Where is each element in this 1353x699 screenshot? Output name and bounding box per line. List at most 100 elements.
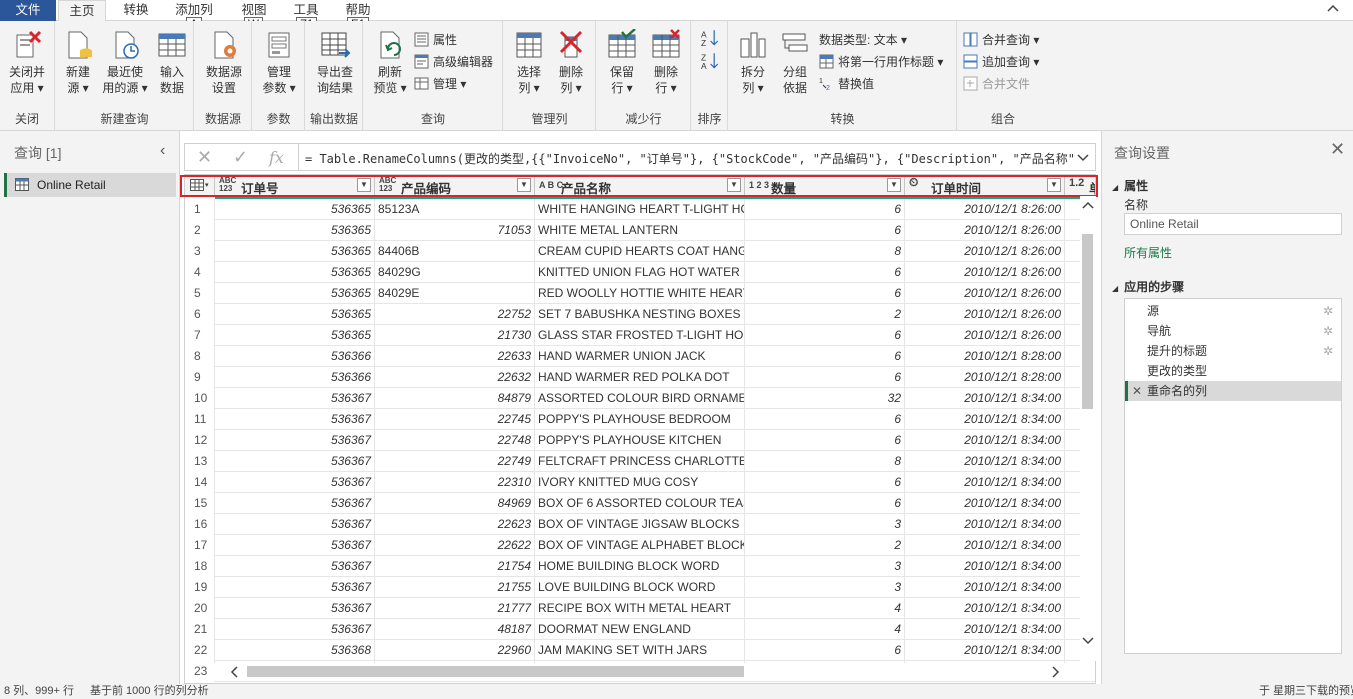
fx-icon[interactable]: fx <box>269 148 284 167</box>
cell-quantity[interactable]: 6 <box>745 472 905 493</box>
column-header-unit-price[interactable]: 1.2 单 <box>1065 175 1095 197</box>
cell-order-time[interactable]: 2010/12/1 8:26:00 <box>905 325 1065 346</box>
cell-product-name[interactable]: HOME BUILDING BLOCK WORD <box>535 556 745 577</box>
query-name-input[interactable]: Online Retail <box>1124 213 1342 235</box>
cell-order-time[interactable]: 2010/12/1 8:26:00 <box>905 220 1065 241</box>
replace-values-button[interactable]: 1 2 替换值 <box>819 74 874 94</box>
cell-order-no[interactable]: 536367 <box>215 388 375 409</box>
collapse-ribbon-icon[interactable] <box>1327 3 1339 15</box>
scroll-left-icon[interactable] <box>230 666 238 678</box>
cell-product-code[interactable]: 22745 <box>375 409 535 430</box>
cell-quantity[interactable]: 6 <box>745 262 905 283</box>
cell-order-no[interactable]: 536367 <box>215 451 375 472</box>
table-menu-button[interactable]: ▾ <box>185 175 215 196</box>
cell-product-code[interactable]: 21754 <box>375 556 535 577</box>
cell-quantity[interactable]: 2 <box>745 304 905 325</box>
vertical-scroll-thumb[interactable] <box>1082 234 1093 409</box>
cell-order-no[interactable]: 536365 <box>215 304 375 325</box>
cell-product-code[interactable]: 22310 <box>375 472 535 493</box>
cell-quantity[interactable]: 3 <box>745 514 905 535</box>
cell-quantity[interactable]: 6 <box>745 430 905 451</box>
cell-order-time[interactable]: 2010/12/1 8:34:00 <box>905 451 1065 472</box>
cell-quantity[interactable]: 6 <box>745 409 905 430</box>
cell-order-time[interactable]: 2010/12/1 8:26:00 <box>905 241 1065 262</box>
cell-product-code[interactable]: 22622 <box>375 535 535 556</box>
remove-columns-button[interactable]: 删除 列 ▾ <box>550 29 592 96</box>
column-header-product-name[interactable]: A B C 产品名称 ▼ <box>535 175 745 196</box>
cell-quantity[interactable]: 6 <box>745 220 905 241</box>
combine-files-button[interactable]: 合并文件 <box>963 74 1030 94</box>
filter-dropdown-icon[interactable]: ▼ <box>727 178 741 192</box>
cell-product-name[interactable]: HAND WARMER UNION JACK <box>535 346 745 367</box>
cell-product-name[interactable]: BOX OF VINTAGE ALPHABET BLOCKS <box>535 535 745 556</box>
applied-steps-section[interactable]: ◢ 应用的步骤 <box>1112 278 1184 295</box>
cell-order-no[interactable]: 536366 <box>215 367 375 388</box>
cell-order-time[interactable]: 2010/12/1 8:34:00 <box>905 409 1065 430</box>
formula-input[interactable]: = Table.RenameColumns(更改的类型,{{"InvoiceNo… <box>305 150 1075 167</box>
manage-query-button[interactable]: 管理 ▾ <box>414 74 466 94</box>
cell-order-no[interactable]: 536368 <box>215 640 375 661</box>
cell-order-no[interactable]: 536365 <box>215 283 375 304</box>
cell-quantity[interactable]: 6 <box>745 199 905 220</box>
cell-quantity[interactable]: 6 <box>745 283 905 304</box>
cell-order-no[interactable]: 536367 <box>215 430 375 451</box>
cell-product-code[interactable]: 84969 <box>375 493 535 514</box>
confirm-formula-icon[interactable]: ✓ <box>233 147 248 168</box>
cell-order-no[interactable]: 536367 <box>215 619 375 640</box>
cell-product-name[interactable]: LOVE BUILDING BLOCK WORD <box>535 577 745 598</box>
cell-order-no[interactable]: 536365 <box>215 220 375 241</box>
cell-product-name[interactable]: KNITTED UNION FLAG HOT WATER BOT... <box>535 262 745 283</box>
manage-parameters-button[interactable]: 管理 参数 ▾ <box>256 29 302 96</box>
cell-order-no[interactable]: 536367 <box>215 472 375 493</box>
filter-dropdown-icon[interactable]: ▼ <box>517 178 531 192</box>
cell-product-name[interactable]: RECIPE BOX WITH METAL HEART <box>535 598 745 619</box>
append-queries-button[interactable]: 追加查询 ▾ <box>963 52 1039 72</box>
cell-quantity[interactable]: 4 <box>745 619 905 640</box>
cell-order-no[interactable]: 536365 <box>215 325 375 346</box>
cell-product-name[interactable]: WHITE METAL LANTERN <box>535 220 745 241</box>
scroll-up-icon[interactable] <box>1082 201 1094 209</box>
filter-dropdown-icon[interactable]: ▼ <box>357 178 371 192</box>
cell-product-name[interactable]: DOORMAT NEW ENGLAND <box>535 619 745 640</box>
new-source-button[interactable]: 新建 源 ▾ <box>58 29 98 96</box>
cell-product-code[interactable]: 22633 <box>375 346 535 367</box>
cell-order-time[interactable]: 2010/12/1 8:34:00 <box>905 388 1065 409</box>
cell-order-time[interactable]: 2010/12/1 8:28:00 <box>905 367 1065 388</box>
cell-product-code[interactable]: 84029E <box>375 283 535 304</box>
cell-product-code[interactable]: 22632 <box>375 367 535 388</box>
horizontal-scroll-thumb[interactable] <box>247 666 744 677</box>
cell-product-name[interactable]: CREAM CUPID HEARTS COAT HANGER <box>535 241 745 262</box>
properties-button[interactable]: 属性 <box>414 30 457 50</box>
recent-sources-button[interactable]: 最近使 用的源 ▾ <box>100 29 150 96</box>
cell-product-name[interactable]: BOX OF 6 ASSORTED COLOUR TEASPOO... <box>535 493 745 514</box>
cell-product-name[interactable]: ASSORTED COLOUR BIRD ORNAMENT <box>535 388 745 409</box>
close-apply-button[interactable]: 关闭并 应用 ▾ <box>4 29 50 96</box>
cell-product-name[interactable]: POPPY'S PLAYHOUSE KITCHEN <box>535 430 745 451</box>
step-promoted-headers[interactable]: 提升的标题 ✲ <box>1125 341 1341 361</box>
vertical-scrollbar[interactable] <box>1080 196 1096 661</box>
cell-order-time[interactable]: 2010/12/1 8:26:00 <box>905 262 1065 283</box>
cell-order-no[interactable]: 536367 <box>215 556 375 577</box>
sort-descending-button[interactable]: ZA <box>701 52 723 74</box>
cell-order-time[interactable]: 2010/12/1 8:34:00 <box>905 598 1065 619</box>
cell-product-code[interactable]: 22752 <box>375 304 535 325</box>
cell-product-code[interactable]: 22960 <box>375 640 535 661</box>
cell-order-time[interactable]: 2010/12/1 8:28:00 <box>905 346 1065 367</box>
cell-quantity[interactable]: 6 <box>745 367 905 388</box>
merge-queries-button[interactable]: 合并查询 ▾ <box>963 30 1039 50</box>
cell-order-no[interactable]: 536365 <box>215 241 375 262</box>
tab-home[interactable]: 主页 <box>58 0 106 22</box>
cancel-formula-icon[interactable]: ✕ <box>197 147 212 168</box>
use-first-row-headers-button[interactable]: 将第一行用作标题 ▾ <box>819 52 943 72</box>
cell-order-time[interactable]: 2010/12/1 8:34:00 <box>905 535 1065 556</box>
cell-product-code[interactable]: 21777 <box>375 598 535 619</box>
column-header-quantity[interactable]: 1 2 3 数量 ▼ <box>745 175 905 196</box>
cell-quantity[interactable]: 6 <box>745 493 905 514</box>
cell-quantity[interactable]: 6 <box>745 325 905 346</box>
cell-product-code[interactable]: 71053 <box>375 220 535 241</box>
cell-quantity[interactable]: 6 <box>745 640 905 661</box>
step-changed-type[interactable]: 更改的类型 <box>1125 361 1341 381</box>
cell-quantity[interactable]: 32 <box>745 388 905 409</box>
export-results-button[interactable]: 导出查 询结果 <box>310 29 360 96</box>
expand-formula-icon[interactable] <box>1077 152 1089 162</box>
